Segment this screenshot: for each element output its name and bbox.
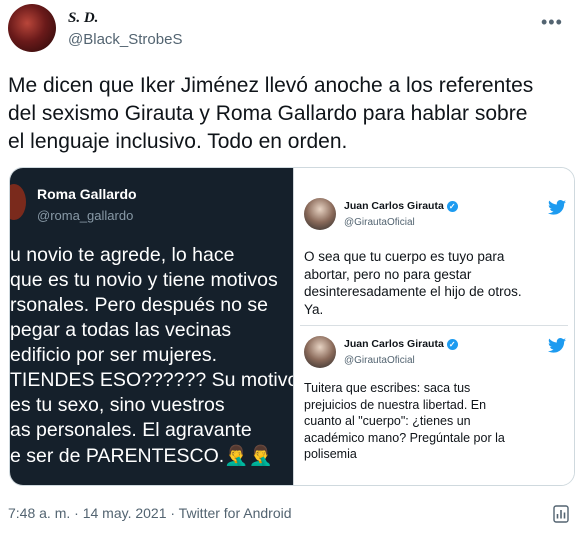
card-line: Ya. [304,301,324,317]
author-avatar[interactable] [8,4,56,52]
screenshot-line: es tu sexo, sino vuestros [10,394,225,416]
verified-badge-icon: ✓ [446,200,458,212]
quoted-tweet-body: O sea que tu cuerpo es tuyo para abortar… [304,248,566,318]
card-divider [300,325,568,326]
tweet-line: el lenguaje inclusivo. Todo en orden. [8,130,348,153]
media-image-right[interactable]: Juan Carlos Girauta ✓ @GirautaOficial O s… [293,168,574,485]
twitter-bird-icon [548,200,566,215]
tweet-timestamp[interactable]: 7:48 a. m. · 14 may. 2021 · Twitter for … [8,505,292,521]
girauta-name: Juan Carlos Girauta ✓ [344,338,458,350]
tweet-line: Me dicen que Iker Jiménez llevó anoche a… [8,74,534,97]
verified-badge-icon: ✓ [446,338,458,350]
card-line: O sea que tu cuerpo es tuyo para [304,249,505,264]
screenshot-line: e ser de PARENTESCO.🤦‍♂️🤦‍♂️ [10,445,273,467]
tweet-media[interactable]: Roma Gallardo @roma_gallardo u novio te … [9,167,575,486]
analytics-icon[interactable] [553,505,569,523]
screenshot-line: u novio te agrede, lo hace [10,244,235,266]
roma-handle: @roma_gallardo [37,208,134,223]
card-line: polisemia [304,447,357,461]
card-line: académico mano? Pregúntale por la [304,430,505,445]
girauta-avatar [304,336,336,368]
girauta-avatar [304,198,336,230]
quoted-tweet-card: Juan Carlos Girauta ✓ @GirautaOficial Tui… [300,328,568,478]
screenshot-line: pegar a todas las vecinas [10,319,232,341]
tweet-text: Me dicen que Iker Jiménez llevó anoche a… [8,72,573,156]
card-name-text: Juan Carlos Girauta [344,338,444,350]
roma-name: Roma Gallardo [37,186,137,202]
card-line: prejuicios de nuestra libertad. En [304,397,487,412]
screenshot-line: edificio por ser mujeres. [10,344,217,366]
twitter-bird-icon [548,338,566,353]
quoted-tweet-body: Tuitera que escribes: saca tus prejuicio… [304,380,566,463]
card-line: cuanto al "cuerpo": ¿tienes un [304,414,471,428]
screenshot-line: rsonales. Pero después no se [10,294,268,316]
quoted-tweet-card: Juan Carlos Girauta ✓ @GirautaOficial O s… [300,190,568,320]
screenshot-line: as personales. El agravante [10,419,252,441]
card-name-text: Juan Carlos Girauta [344,200,444,212]
card-line: desinteresadamente el hijo de otros. [304,284,522,299]
screenshot-line: TIENDES ESO?????? Su motivo [10,369,299,391]
more-icon[interactable]: ••• [541,12,563,33]
author-handle[interactable]: @Black_StrobeS [68,31,182,48]
tweet-line: del sexismo Girauta y Roma Gallardo para… [8,102,528,125]
girauta-name: Juan Carlos Girauta ✓ [344,200,458,212]
card-line: abortar, pero no para gestar [304,266,472,282]
media-image-left[interactable]: Roma Gallardo @roma_gallardo u novio te … [10,168,298,485]
roma-avatar [10,184,26,220]
girauta-handle: @GirautaOficial [344,217,415,228]
girauta-handle: @GirautaOficial [344,355,415,366]
screenshot-line: que es tu novio y tiene motivos [10,269,278,291]
card-line: Tuitera que escribes: saca tus [304,381,471,395]
author-name[interactable]: S. D. [68,10,98,27]
